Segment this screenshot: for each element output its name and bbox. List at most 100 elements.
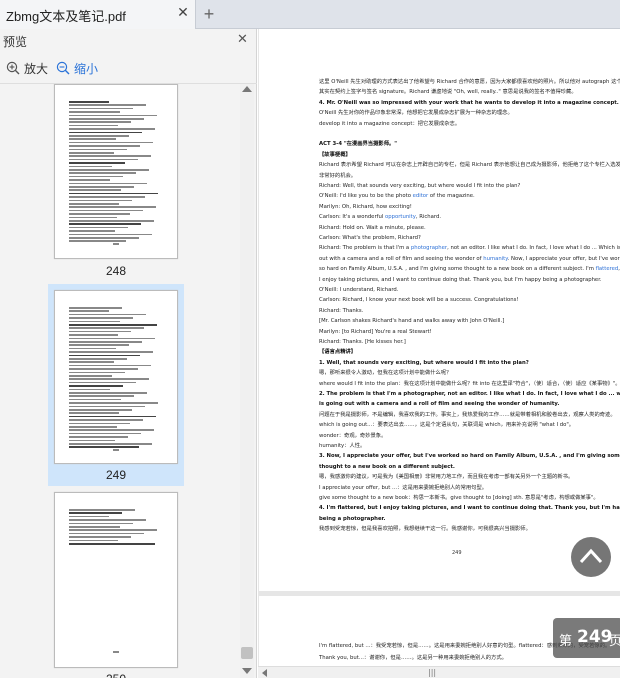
thumbnail-text-line xyxy=(69,179,110,181)
highlighted-word[interactable]: editor xyxy=(413,193,429,199)
thumbnail-text-line xyxy=(69,324,157,326)
thumbnail-page-number-mark xyxy=(113,651,119,653)
thumbnail-text-line xyxy=(69,519,146,521)
thumbnail-text-line xyxy=(69,439,115,442)
highlighted-word[interactable]: opportunity xyxy=(385,214,416,220)
thumbnail-text-line xyxy=(69,509,135,511)
text-line: Carlson: What's the problem, Richard? xyxy=(319,235,421,241)
zoom-out-icon xyxy=(56,61,70,75)
thumbnail-text-line xyxy=(69,341,142,343)
thumbnail-text-line xyxy=(69,446,139,448)
scroll-down-arrow-icon[interactable] xyxy=(242,668,252,674)
thumbnail-text-line xyxy=(69,543,155,545)
scroll-to-top-button[interactable] xyxy=(571,537,611,577)
chevron-up-icon xyxy=(579,548,603,564)
text-line: wonder：奇观，奇妙景象。 xyxy=(319,432,387,439)
sidebar-scrollbar[interactable] xyxy=(240,84,254,678)
thumbnail-text-line xyxy=(69,216,117,219)
thumbnail-text-line xyxy=(69,354,140,357)
close-icon[interactable]: ✕ xyxy=(176,6,190,20)
highlighted-word[interactable]: photographer xyxy=(411,245,447,251)
thumbnail-text-line xyxy=(69,419,143,421)
text-line: Thank you, but...：谢谢你，但是……。这是另一种用来委婉拒绝别人… xyxy=(319,655,507,661)
thumbnail-text-line xyxy=(69,104,146,106)
thumbnail-text-line xyxy=(69,375,112,377)
thumbnail-text-line xyxy=(69,307,122,309)
thumbnail-text-line xyxy=(69,158,138,161)
thumbnail-text-line xyxy=(69,223,141,225)
thumbnail-text-line xyxy=(69,196,145,198)
text-line: 嗯，那听来很令人激动，但我在这项计划中能做什么呢？ xyxy=(319,370,452,377)
thumbnail-text-line xyxy=(69,378,149,380)
zoom-out-button[interactable]: 缩小 xyxy=(56,59,98,77)
thumbnail-text-line xyxy=(69,443,152,445)
thumbnail-text-line xyxy=(69,162,125,164)
tab-document[interactable]: Zbmg文本及笔记.pdf ✕ xyxy=(0,0,196,29)
thumbnail-text-line xyxy=(69,536,131,538)
thumbnail-text-line xyxy=(69,522,133,525)
scrollbar-grip-icon[interactable]: ||| xyxy=(428,668,436,677)
horizontal-scrollbar[interactable]: ||| xyxy=(258,666,620,678)
thumbnail-text-line xyxy=(69,395,134,397)
text-line: give some thought to a new book：构思一本新书。g… xyxy=(319,495,599,501)
scroll-left-arrow-icon[interactable] xyxy=(262,669,267,677)
text-line: 这里 O'Neill 先生对助理的方式表达出了他希望与 Richard 合作的意… xyxy=(319,79,620,85)
text-line: 其实在契约上签字与签名 signature。Richard 谦虚地说 "Oh, … xyxy=(319,89,577,96)
thumbnail-text-line xyxy=(69,415,156,418)
thumbnail-text-line xyxy=(69,148,127,151)
text-line: humanity：人性。 xyxy=(319,443,366,449)
highlighted-word[interactable]: flattered xyxy=(596,266,619,272)
thumbnail-text-line xyxy=(69,358,127,360)
text-line: out with a camera and a roll of film and… xyxy=(319,255,620,262)
text-line: O'Neill: I'd like you to be the photo ed… xyxy=(319,193,475,200)
page-indicator: 第 249 页 xyxy=(553,618,620,658)
thumbnail-text-line xyxy=(69,152,114,154)
thumbnail-text-line xyxy=(69,539,118,542)
text-line: I appreciate your offer, but ...：这是用来委婉拒… xyxy=(319,484,488,491)
sidebar-close-icon[interactable]: ✕ xyxy=(237,32,248,47)
thumbnail-text-line xyxy=(69,361,114,363)
text-line: thought to a new book on a different sub… xyxy=(319,463,455,470)
text-line: Richard 表示希望 Richard 可以在杂志上开辟自己的专栏，但是 Ri… xyxy=(319,162,620,169)
text-line: 4. I'm flattered, but I enjoy taking pic… xyxy=(319,505,620,512)
scrollbar-thumb[interactable] xyxy=(241,647,253,659)
thumbnail-text-line xyxy=(69,169,149,171)
thumbnail-text-line xyxy=(69,432,141,435)
thumbnail-text-line xyxy=(69,209,143,212)
thumbnail-text-line xyxy=(69,529,157,531)
thumbnail-text-line xyxy=(69,515,109,518)
sidebar-header: 预览 ✕ xyxy=(0,29,257,53)
thumbnail-text-line xyxy=(69,213,130,215)
thumbnail-text-line xyxy=(69,313,146,316)
thumbnail-page-249[interactable]: 249 xyxy=(48,284,184,486)
thumbnail-text-line xyxy=(69,409,132,411)
tab-bar: Zbmg文本及笔记.pdf ✕ + xyxy=(0,0,620,29)
thumbnail-text-line xyxy=(69,165,112,168)
thumbnail-text-line xyxy=(69,101,109,103)
thumbnail-text-line xyxy=(69,199,132,202)
thumbnail-text-line xyxy=(69,124,118,127)
scroll-up-arrow-icon[interactable] xyxy=(242,86,252,92)
text-line: 1. Well, that sounds very exciting, but … xyxy=(319,359,529,366)
thumbnail-text-line xyxy=(69,412,119,414)
thumbnail-page-number-mark xyxy=(113,449,119,451)
document-view[interactable]: 249 这里 O'Neill 先生对助理的方式表达出了他希望与 Richard … xyxy=(258,29,620,678)
zoom-out-label: 缩小 xyxy=(74,61,99,76)
text-line: ACT 3-4 "在漫画界当摄影师。" xyxy=(319,141,398,148)
thumbnail-text-line xyxy=(69,145,140,147)
highlighted-word[interactable]: humanity xyxy=(483,256,507,262)
zoom-in-icon xyxy=(6,61,20,75)
text-line: Carlson: It's a wonderful opportunity, R… xyxy=(319,214,442,221)
thumbnail-text-line xyxy=(69,138,116,140)
page-indicator-prefix: 第 xyxy=(559,634,573,649)
thumbnail-page-250[interactable]: 250 xyxy=(48,490,184,678)
zoom-in-button[interactable]: 放大 xyxy=(6,59,48,77)
tab-title: Zbmg文本及笔记.pdf xyxy=(6,9,126,24)
new-tab-icon[interactable]: + xyxy=(200,5,218,23)
thumbnail-text-line xyxy=(69,398,121,401)
text-line: Richard: Thanks. [He kisses her.] xyxy=(319,339,406,345)
thumbnail-page-248[interactable]: 248 xyxy=(48,84,184,284)
thumbnail-image xyxy=(54,84,178,259)
thumbnail-text-line xyxy=(69,320,120,323)
thumbnail-text-line xyxy=(69,237,139,239)
